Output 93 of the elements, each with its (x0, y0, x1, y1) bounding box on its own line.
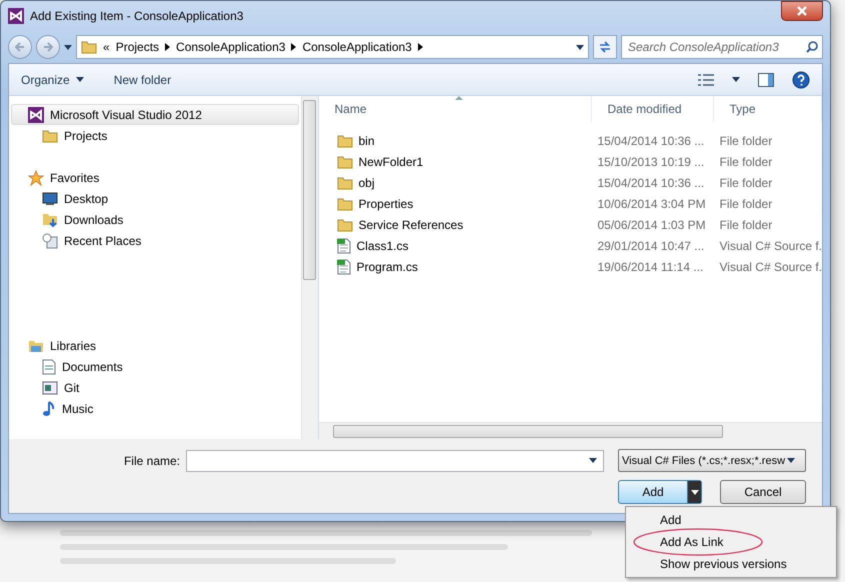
menu-item[interactable]: Show previous versions (628, 553, 834, 575)
document-icon (42, 358, 56, 374)
date-cell-text: 15/04/2014 10:36 ... (596, 176, 704, 190)
nav-item[interactable]: Music (11, 398, 298, 419)
nav-item[interactable]: Downloads (11, 209, 298, 230)
nav-item[interactable]: Projects (11, 125, 298, 146)
column-header[interactable]: Name (318, 96, 592, 122)
breadcrumb-item[interactable]: ConsoleApplication3 (302, 40, 412, 54)
add-split-button[interactable]: Add (618, 480, 702, 504)
preview-pane-icon[interactable] (758, 72, 774, 86)
back-icon (15, 42, 25, 52)
cancel-button[interactable]: Cancel (720, 480, 806, 504)
refresh-icon (598, 41, 612, 53)
folder-icon (336, 176, 352, 190)
type-cell-text: File folder (718, 134, 772, 148)
close-button[interactable] (781, 1, 823, 21)
code-file-icon (336, 258, 350, 274)
chevron-right-icon (165, 43, 170, 51)
date-cell-text: 15/04/2014 10:36 ... (596, 134, 704, 148)
folder-icon (81, 40, 97, 54)
history-caret-icon (64, 44, 72, 50)
caret-icon (787, 458, 796, 463)
refresh-button[interactable] (593, 35, 617, 59)
infinity-logo-icon (8, 8, 24, 24)
file-name-cell[interactable]: Class1.cs (318, 238, 592, 254)
search-field[interactable]: Search ConsoleApplication3 (621, 35, 823, 59)
file-name-cell[interactable]: bin (318, 134, 592, 148)
date-cell-text: 10/06/2014 3:04 PM (596, 196, 706, 210)
breadcrumb-item[interactable]: ConsoleApplication3 (176, 40, 286, 54)
chevron-right-icon (418, 43, 423, 51)
column-header[interactable]: Type (714, 96, 822, 122)
dropdown-caret-icon (589, 458, 597, 463)
music-note-icon (42, 400, 56, 416)
search-icon (806, 41, 818, 53)
file-name-cell[interactable]: obj (318, 176, 592, 190)
caret-icon (690, 490, 698, 494)
column-header[interactable]: Date modified (592, 96, 714, 122)
back-button[interactable] (8, 35, 32, 59)
file-name-label: File name: (124, 454, 180, 468)
type-cell-text: Visual C# Source f. (718, 260, 822, 274)
nav-item[interactable]: Libraries (11, 335, 298, 356)
monitor-icon (42, 192, 58, 206)
code-file-icon (336, 238, 350, 254)
new-folder-button[interactable]: New folder (114, 72, 172, 86)
forward-button[interactable] (36, 35, 60, 59)
type-cell-text: File folder (718, 176, 772, 190)
breadcrumb-overflow[interactable]: « (103, 40, 110, 54)
date-cell-text: 05/06/2014 1:03 PM (596, 218, 706, 232)
address-bar[interactable]: « Projects ConsoleApplication3 ConsoleApplication3 (76, 35, 589, 59)
folder-icon (336, 196, 352, 210)
file-name-cell[interactable]: Program.cs (318, 258, 592, 274)
date-cell-text: 29/01/2014 10:47 ... (596, 238, 704, 252)
date-cell-text: 15/10/2013 10:19 ... (596, 154, 704, 168)
nav-item[interactable]: Desktop (11, 188, 298, 209)
file-type-dropdown[interactable]: Visual C# Files (*.cs;*.resx;*.resw (618, 449, 806, 472)
menu-item[interactable]: Add (628, 509, 834, 531)
download-folder-icon (42, 212, 58, 228)
chevron-right-icon (291, 43, 296, 51)
folder-icon (336, 154, 352, 168)
folder-icon (42, 128, 58, 142)
file-name-cell[interactable]: Service References (318, 218, 592, 232)
breadcrumb-item[interactable]: Projects (116, 40, 160, 54)
library-icon (28, 338, 44, 352)
infinity-logo-icon (28, 106, 44, 122)
forward-icon (43, 42, 53, 52)
star-icon (28, 170, 44, 186)
organize-menu[interactable]: Organize (21, 72, 84, 86)
close-icon (797, 6, 807, 16)
nav-item[interactable]: Favorites (11, 167, 298, 188)
date-cell-text: 19/06/2014 11:14 ... (596, 260, 704, 274)
type-cell-text: File folder (718, 196, 772, 210)
nav-item[interactable]: Recent Places (11, 230, 298, 251)
type-cell-text: File folder (718, 154, 772, 168)
scrollbar[interactable] (318, 422, 822, 439)
nav-item[interactable]: Documents (11, 356, 298, 377)
window-title: Add Existing Item - ConsoleApplication3 (30, 9, 244, 23)
folder-icon (336, 134, 352, 148)
window-icon (42, 380, 58, 394)
nav-item[interactable]: Git (11, 377, 298, 398)
type-cell-text: Visual C# Source f. (718, 238, 822, 252)
file-name-cell[interactable]: Properties (318, 196, 592, 210)
folder-icon (336, 218, 352, 232)
menu-item[interactable]: Add As Link (628, 531, 834, 553)
help-icon[interactable] (792, 70, 810, 88)
nav-item[interactable]: Microsoft Visual Studio 2012 (11, 104, 298, 125)
caret-icon (76, 77, 84, 82)
type-cell-text: File folder (718, 218, 772, 232)
dropdown-caret-icon (576, 44, 584, 50)
file-name-cell[interactable]: NewFolder1 (318, 154, 592, 168)
view-list-icon[interactable] (698, 74, 714, 86)
file-name-field[interactable] (186, 450, 604, 472)
view-caret-icon (732, 77, 740, 82)
scrollbar[interactable] (300, 96, 318, 439)
